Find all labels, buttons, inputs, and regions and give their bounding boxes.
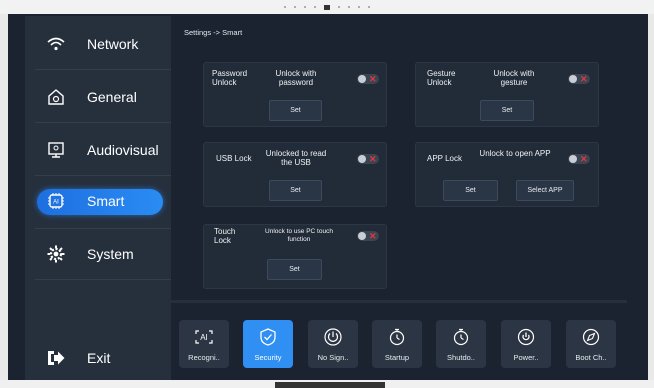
sidebar-item-smart[interactable]: AI Smart (35, 177, 171, 225)
touch-lock-toggle[interactable]: ✕ (357, 231, 379, 241)
breadcrumb: Settings -> Smart (184, 28, 243, 37)
card-title: USB Lock (216, 154, 252, 163)
password-unlock-card: Password Unlock Unlock with password ✕ S… (203, 62, 387, 127)
sidebar-item-label: Smart (87, 193, 125, 209)
power-ring-icon (323, 327, 343, 347)
card-description: Unlock to use PC touch function (265, 228, 333, 243)
dock-item-power[interactable]: Power.. (501, 320, 551, 368)
gesture-set-button[interactable]: Set (480, 100, 534, 121)
card-title: APP Lock (427, 154, 462, 163)
dock-item-label: Startup (384, 353, 410, 362)
dock-item-security[interactable]: Security (243, 320, 293, 368)
smart-feature-dock: AI Recogni.. Security No Sign.. Startup … (171, 310, 640, 380)
gear-icon (46, 244, 66, 264)
sidebar-item-label: Audiovisual (87, 142, 159, 158)
touch-lock-card: Touch Lock Unlock to use PC touch functi… (203, 224, 387, 289)
smart-settings-panel: Settings -> Smart Password Unlock Unlock… (171, 16, 640, 301)
bottom-screen-bezel (0, 380, 654, 388)
dock-item-boot-channel[interactable]: Boot Ch.. (566, 320, 616, 368)
dock-item-no-signal[interactable]: No Sign.. (308, 320, 358, 368)
exit-arrow-icon (46, 348, 66, 368)
app-lock-card: APP Lock Unlock to open APP ✕ Set Select… (415, 142, 599, 207)
card-description: Unlock with gesture (493, 69, 535, 87)
exit-button[interactable]: Exit (35, 334, 171, 382)
shield-check-icon (258, 327, 278, 347)
sidebar-item-audiovisual[interactable]: Audiovisual (35, 126, 171, 174)
card-description: Unlock with password (275, 69, 317, 87)
sidebar-item-label: General (87, 89, 137, 105)
wifi-icon (46, 34, 66, 54)
card-title: Gesture Unlock (427, 69, 456, 87)
monitor-icon (46, 140, 66, 160)
exit-label: Exit (87, 350, 111, 366)
top-screen-bezel (0, 0, 654, 14)
dock-item-label: Shutdo.. (447, 353, 475, 362)
dock-item-recognition[interactable]: AI Recogni.. (179, 320, 229, 368)
dock-item-label: Recogni.. (188, 353, 220, 362)
ai-scan-icon: AI (194, 327, 214, 347)
power-button-icon (516, 327, 536, 347)
gesture-unlock-toggle[interactable]: ✕ (568, 74, 590, 84)
dock-item-label: Boot Ch.. (575, 353, 607, 362)
app-lock-toggle[interactable]: ✕ (568, 154, 590, 164)
compass-icon (581, 327, 601, 347)
gesture-unlock-card: Gesture Unlock Unlock with gesture ✕ Set (415, 62, 599, 127)
svg-text:AI: AI (53, 200, 59, 206)
app-set-button[interactable]: Set (443, 180, 498, 201)
house-icon (46, 87, 66, 107)
sidebar-item-label: Network (87, 36, 139, 52)
divider (35, 228, 171, 229)
sidebar-item-general[interactable]: General (35, 73, 171, 121)
card-description: Unlock to open APP (479, 149, 551, 158)
card-description: Unlocked to read the USB (265, 149, 327, 167)
svg-text:AI: AI (200, 333, 208, 342)
divider (35, 122, 171, 123)
card-title: Password Unlock (212, 69, 248, 87)
password-unlock-toggle[interactable]: ✕ (357, 74, 379, 84)
dock-item-shutdown[interactable]: Shutdo.. (436, 320, 486, 368)
dock-item-label: No Sign.. (317, 353, 349, 362)
divider (35, 69, 171, 70)
dock-item-label: Security (254, 353, 282, 362)
usb-set-button[interactable]: Set (269, 180, 322, 201)
divider (35, 175, 171, 176)
usb-lock-toggle[interactable]: ✕ (357, 154, 379, 164)
dock-divider (171, 300, 627, 303)
divider (35, 279, 171, 280)
card-title: Touch Lock (214, 227, 236, 245)
timer-icon (387, 327, 407, 347)
sidebar-item-network[interactable]: Network (35, 20, 171, 68)
dock-item-startup[interactable]: Startup (372, 320, 422, 368)
usb-lock-card: USB Lock Unlocked to read the USB ✕ Set (203, 142, 387, 207)
sidebar-item-label: System (87, 246, 134, 262)
dock-item-label: Power.. (513, 353, 539, 362)
touch-set-button[interactable]: Set (267, 259, 322, 280)
sidebar-item-system[interactable]: System (35, 230, 171, 278)
camera-indicator (324, 4, 330, 10)
select-app-button[interactable]: Select APP (516, 180, 574, 201)
settings-sidebar: Network General Audiovisual AI Smart Sys… (25, 16, 171, 380)
ai-chip-icon: AI (46, 191, 66, 211)
password-set-button[interactable]: Set (269, 100, 322, 121)
timer-icon (451, 327, 471, 347)
